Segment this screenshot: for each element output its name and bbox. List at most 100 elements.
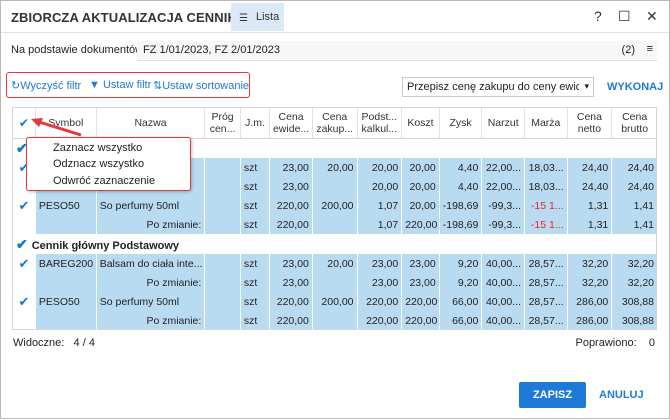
group-row[interactable]: ✔ Cennik główny Podstawowy: [13, 234, 656, 254]
cell-threshold: [204, 254, 241, 273]
table-row[interactable]: ✔ PESO50 So perfumy 50ml szt 220,00 200,00 1,0…: [13, 196, 656, 215]
window-title: ZBIORCZA AKTUALIZACJA CENNIKÓW: [11, 10, 260, 25]
header-checkbox[interactable]: ✔: [13, 108, 36, 139]
set-filter-button[interactable]: ▼ Ustaw filtr: [89, 79, 151, 91]
cancel-button[interactable]: ANULUJ: [599, 389, 644, 401]
cell-price_rec: 220,00: [269, 311, 313, 329]
table-row[interactable]: Po zmianie: szt 23,00 23,00 23,00 9,20 40,00..…: [13, 273, 656, 292]
cell-cost: 220,00: [401, 215, 440, 234]
checkmark-icon[interactable]: ✔: [16, 236, 28, 252]
header-unit[interactable]: J.m.: [240, 108, 271, 139]
header-margin[interactable]: Marża: [524, 108, 568, 139]
cell-symbol: BAREG200: [35, 254, 97, 273]
funnel-icon: ▼: [89, 79, 100, 91]
documents-value: FZ 1/01/2023, FZ 2/01/2023: [143, 44, 280, 56]
list-view-button[interactable]: ☰ Lista: [231, 3, 284, 31]
header-gross-price[interactable]: Cena brutto: [611, 108, 656, 139]
header-net-price[interactable]: Cena netto: [567, 108, 613, 139]
table-row[interactable]: ✔ BAREG200 Balsam do ciała inte... szt 23,00…: [13, 254, 656, 273]
cell-net: 24,40: [567, 177, 613, 196]
row-checkbox[interactable]: [13, 311, 36, 329]
cell-threshold: [204, 215, 241, 234]
visible-label: Widoczne:: [13, 337, 65, 349]
clear-filter-button[interactable]: ↻Wyczyść filtr: [11, 79, 81, 92]
cell-name: Balsam do ciała inte...: [96, 254, 206, 273]
header-profit[interactable]: Zysk: [439, 108, 483, 139]
cell-price_buy: [312, 311, 358, 329]
row-checkbox[interactable]: ✔: [13, 254, 36, 273]
cell-base: 220,00: [357, 292, 403, 311]
set-sort-button[interactable]: ⇅Ustaw sortowanie: [153, 79, 249, 92]
cell-name: So perfumy 50ml: [96, 196, 206, 215]
execute-button[interactable]: WYKONAJ: [607, 81, 663, 93]
header-name[interactable]: Nazwa: [96, 108, 206, 139]
cell-threshold: [204, 273, 241, 292]
cell-profit: 66,00: [439, 311, 483, 329]
header-threshold[interactable]: Próg cen...: [204, 108, 241, 139]
set-filter-label: Ustaw filtr: [102, 79, 152, 91]
cell-margin: 18,03...: [524, 158, 568, 177]
cell-profit: 4,40: [439, 158, 483, 177]
cell-price_rec: 220,00: [269, 196, 313, 215]
selection-context-menu: Zaznacz wszystko Odznacz wszystko Odwróć…: [26, 137, 191, 191]
table-row[interactable]: Po zmianie: szt 220,00 1,07 220,00 -198,69 -99…: [13, 215, 656, 234]
cell-unit: szt: [240, 196, 271, 215]
row-checkbox[interactable]: [13, 273, 36, 292]
filter-toolbar: ↻Wyczyść filtr ▼ Ustaw filtr ⇅Ustaw sort…: [6, 72, 250, 98]
cell-unit: szt: [240, 254, 271, 273]
cell-threshold: [204, 177, 241, 196]
cell-net: 286,00: [567, 311, 613, 329]
cell-margin: -15 1...: [524, 196, 568, 215]
menu-item-deselect-all[interactable]: Odznacz wszystko: [53, 158, 144, 170]
cell-cost: 20,00: [401, 196, 440, 215]
menu-item-select-all[interactable]: Zaznacz wszystko: [53, 142, 142, 154]
cell-cost: 20,00: [401, 177, 440, 196]
header-price-record[interactable]: Cena ewide...: [269, 108, 313, 139]
cell-net: 286,00: [567, 292, 613, 311]
row-checkbox[interactable]: ✔: [13, 292, 36, 311]
header-price-buy[interactable]: Cena zakup...: [312, 108, 358, 139]
maximize-icon[interactable]: ☐: [618, 8, 631, 25]
row-checkbox[interactable]: ✔: [13, 196, 36, 215]
cell-gross: 1,41: [611, 215, 656, 234]
header-symbol[interactable]: Symbol: [35, 108, 97, 139]
header-markup[interactable]: Narzut: [481, 108, 525, 139]
cell-unit: szt: [240, 215, 271, 234]
cell-cost: 20,00: [401, 158, 440, 177]
cell-base: 23,00: [357, 254, 403, 273]
header-cost[interactable]: Koszt: [401, 108, 440, 139]
visible-value: 4 / 4: [73, 337, 95, 349]
table-row[interactable]: ✔ PESO50 So perfumy 50ml szt 220,00 200,00 220…: [13, 292, 656, 311]
cell-price_buy: [312, 273, 358, 292]
cell-profit: 9,20: [439, 254, 483, 273]
action-select[interactable]: Przepisz cenę zakupu do ceny ewidency ▾: [402, 77, 594, 97]
help-icon[interactable]: ?: [594, 8, 602, 24]
cell-unit: szt: [240, 311, 271, 329]
cell-gross: 1,41: [611, 196, 656, 215]
bulk-price-update-window: ZBIORCZA AKTUALIZACJA CENNIKÓW ☰ Lista ?…: [0, 0, 670, 419]
cell-symbol: [35, 311, 97, 329]
menu-icon[interactable]: ≡: [647, 43, 653, 55]
cell-markup: 40,00...: [481, 273, 525, 292]
cell-gross: 24,40: [611, 177, 656, 196]
cell-unit: szt: [240, 177, 271, 196]
menu-item-invert-selection[interactable]: Odwróć zaznaczenie: [53, 175, 155, 187]
cell-gross: 32,20: [611, 254, 656, 273]
fixed-value: 0: [648, 337, 655, 349]
cell-margin: 28,57...: [524, 311, 568, 329]
documents-count: (2): [621, 44, 635, 56]
group-cell: ✔ Cennik główny Podstawowy: [13, 234, 656, 254]
cell-profit: 66,00: [439, 292, 483, 311]
cell-unit: szt: [240, 273, 271, 292]
cell-profit: -198,69: [439, 196, 483, 215]
close-icon[interactable]: ✕: [646, 8, 658, 25]
row-checkbox[interactable]: [13, 215, 36, 234]
cell-markup: -99,3...: [481, 196, 525, 215]
table-row[interactable]: Po zmianie: szt 220,00 220,00 220,00 66,00 40,…: [13, 311, 656, 329]
cell-gross: 24,40: [611, 158, 656, 177]
documents-field[interactable]: FZ 1/01/2023, FZ 2/01/2023 (2) ≡: [137, 41, 657, 61]
documents-label: Na podstawie dokumentów:: [11, 44, 147, 56]
cell-symbol: [35, 273, 97, 292]
header-calc-base[interactable]: Podst... kalkul...: [357, 108, 403, 139]
save-button[interactable]: ZAPISZ: [519, 382, 586, 408]
